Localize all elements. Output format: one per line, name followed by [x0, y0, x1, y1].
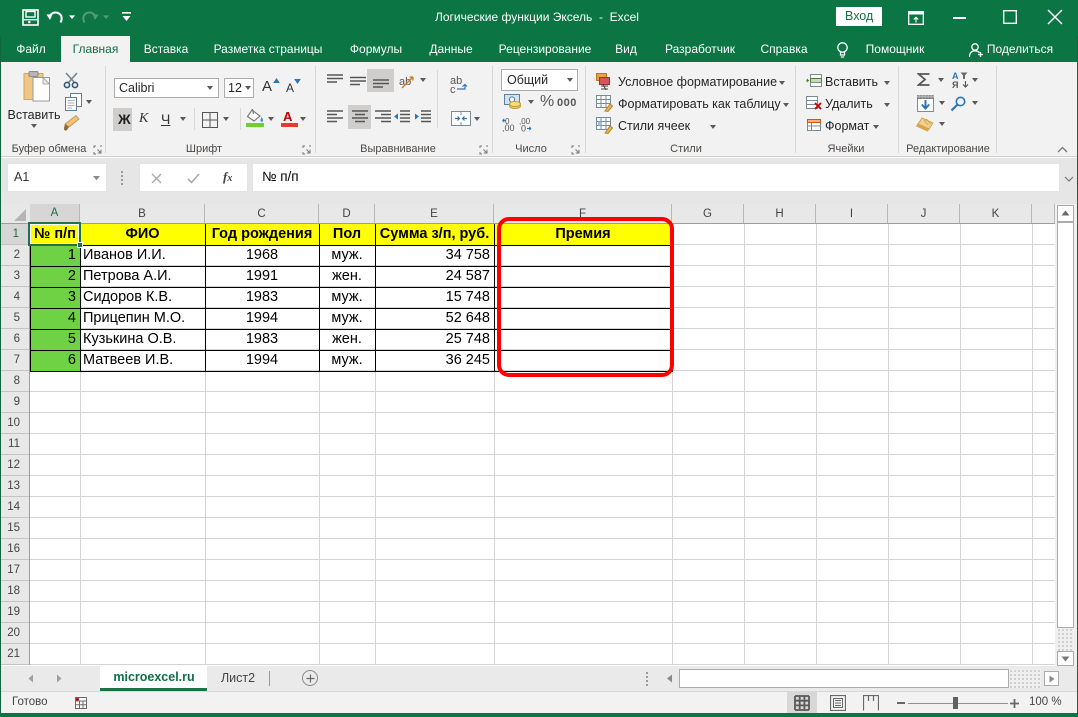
svg-text:0: 0 — [505, 118, 510, 126]
svg-text:Я: Я — [952, 80, 958, 88]
svg-text:c: c — [450, 84, 456, 93]
svg-text:ab: ab — [399, 76, 411, 88]
svg-text:0: 0 — [521, 124, 526, 133]
